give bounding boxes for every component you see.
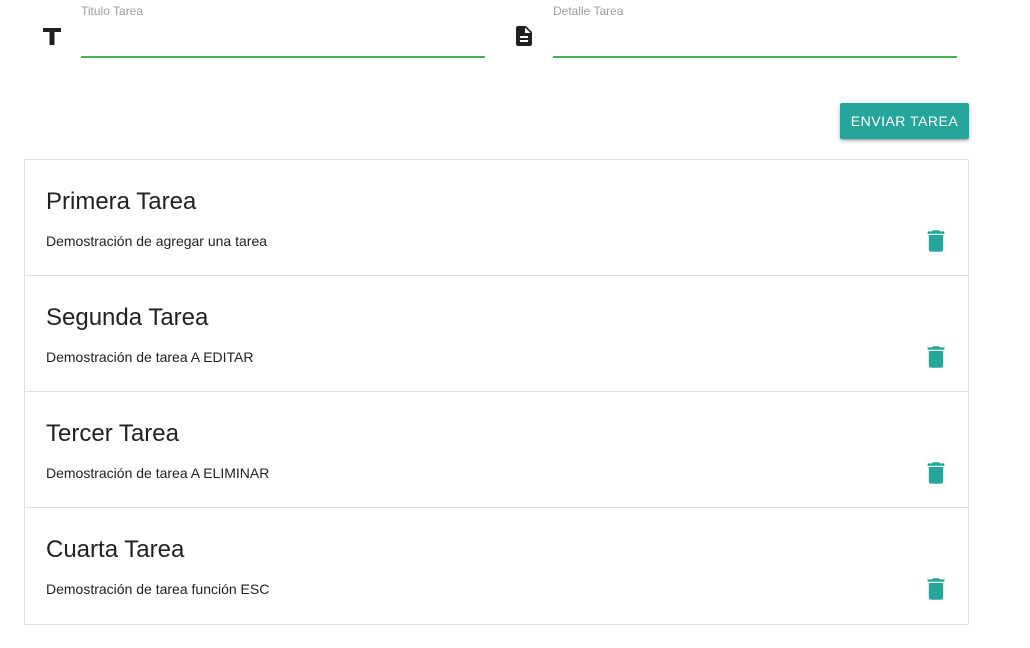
delete-icon: [927, 578, 945, 600]
task-list: Primera Tarea Demostración de agregar un…: [24, 159, 969, 625]
task-title: Cuarta Tarea: [46, 536, 185, 563]
title-field: Titulo Tarea: [81, 0, 485, 62]
task-title: Primera Tarea: [46, 188, 197, 215]
delete-icon: [927, 346, 945, 368]
task-detail: Demostración de tarea función ESC: [46, 581, 270, 597]
task-detail: Demostración de tarea A ELIMINAR: [46, 465, 270, 481]
delete-task-button[interactable]: [925, 577, 947, 601]
task-item: Segunda Tarea Demostración de tarea A ED…: [25, 276, 968, 392]
task-title: Segunda Tarea: [46, 304, 209, 331]
detail-field: Detalle Tarea: [553, 0, 957, 62]
description-icon: [512, 24, 536, 48]
delete-icon: [927, 462, 945, 484]
send-task-button[interactable]: ENVIAR TAREA: [840, 103, 969, 139]
delete-task-button[interactable]: [925, 461, 947, 485]
task-title: Tercer Tarea: [46, 420, 179, 447]
task-detail: Demostración de agregar una tarea: [46, 233, 268, 249]
task-detail: Demostración de tarea A EDITAR: [46, 349, 254, 365]
title-input[interactable]: [81, 24, 485, 58]
task-form: Titulo Tarea Detalle Tarea: [0, 0, 1030, 70]
detail-input[interactable]: [553, 24, 957, 58]
title-icon: [40, 24, 64, 48]
task-item: Cuarta Tarea Demostración de tarea funci…: [25, 508, 968, 624]
delete-icon: [927, 230, 945, 252]
delete-task-button[interactable]: [925, 345, 947, 369]
delete-task-button[interactable]: [925, 229, 947, 253]
task-item: Primera Tarea Demostración de agregar un…: [25, 160, 968, 276]
detail-field-label: Detalle Tarea: [553, 4, 624, 18]
title-field-label: Titulo Tarea: [81, 4, 144, 18]
task-item: Tercer Tarea Demostración de tarea A ELI…: [25, 392, 968, 508]
